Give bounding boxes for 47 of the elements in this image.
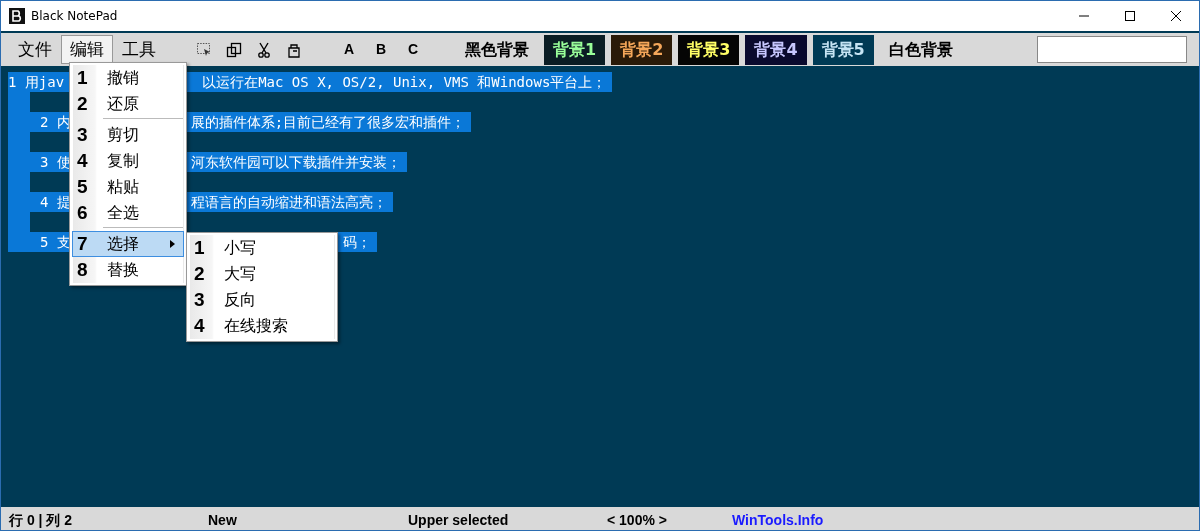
menu-item[interactable]: 4 复制 bbox=[72, 148, 184, 174]
search-field[interactable] bbox=[1037, 36, 1187, 63]
menu-item[interactable]: 6 全选 bbox=[72, 200, 184, 231]
code-line: 河东软件园可以下载插件并安装； bbox=[190, 153, 402, 172]
menu-item[interactable]: 1 小写 bbox=[189, 235, 335, 261]
menu-item[interactable]: 3 剪切 bbox=[72, 122, 184, 148]
theme-button[interactable]: 背景3 bbox=[678, 34, 740, 65]
menu-item[interactable]: 1 撤销 bbox=[72, 65, 184, 91]
code-line: 以运行在Mac OS X, OS/2, Unix, VMS 和Windows平台上； bbox=[202, 73, 608, 92]
theme-button[interactable]: 背景1 bbox=[544, 34, 606, 65]
paste-icon[interactable] bbox=[286, 41, 302, 58]
theme-button[interactable]: 白色背景 bbox=[879, 34, 962, 65]
maximize-icon[interactable] bbox=[1125, 11, 1135, 21]
website-link[interactable]: WinTools.Info bbox=[732, 510, 824, 531]
theme-button[interactable]: 背景4 bbox=[745, 34, 807, 65]
code-line: 展的插件体系;目前已经有了很多宏和插件； bbox=[190, 113, 467, 132]
menu-item[interactable]: 3 反向 bbox=[189, 287, 335, 313]
menu-item[interactable]: 编辑 bbox=[61, 34, 113, 65]
submenu-arrow-icon bbox=[170, 240, 175, 248]
theme-button[interactable]: 背景2 bbox=[611, 34, 673, 65]
menu-item[interactable]: 2 还原 bbox=[72, 91, 184, 122]
code-line: 4 提 bbox=[39, 193, 71, 212]
file-state: New bbox=[208, 511, 237, 530]
menu-item[interactable]: 工具 bbox=[113, 34, 165, 65]
code-line: 码； bbox=[342, 233, 372, 252]
menu-item[interactable]: 2 大写 bbox=[189, 261, 335, 287]
menu-item[interactable]: 5 粘贴 bbox=[72, 174, 184, 200]
theme-button[interactable]: 黑色背景 bbox=[456, 34, 538, 65]
menu-item[interactable]: 8 替换 bbox=[72, 257, 184, 283]
font-button[interactable]: C bbox=[397, 38, 429, 61]
code-line: 3 使 bbox=[39, 153, 71, 172]
status-message: Upper selected bbox=[408, 511, 509, 530]
menu-item[interactable]: 4 在线搜索 bbox=[189, 313, 335, 339]
window-title: Black NotePad bbox=[31, 8, 118, 25]
cursor-position: 行 0 | 列 2 bbox=[9, 511, 73, 530]
code-line: 1 用jav bbox=[8, 73, 65, 92]
close-icon[interactable] bbox=[1171, 11, 1181, 21]
theme-button[interactable]: 背景5 bbox=[812, 34, 874, 65]
app-icon bbox=[9, 8, 25, 24]
font-button[interactable]: A bbox=[333, 38, 365, 61]
font-button[interactable]: B bbox=[365, 38, 397, 61]
code-line: 程语言的自动缩进和语法高亮； bbox=[190, 193, 388, 212]
menu-item[interactable]: 7 选择 bbox=[72, 231, 184, 257]
copy-icon[interactable] bbox=[226, 41, 242, 58]
zoom-level: < 100% > bbox=[607, 511, 667, 530]
cut-icon[interactable] bbox=[256, 41, 272, 58]
menu-item[interactable]: 文件 bbox=[9, 34, 61, 65]
